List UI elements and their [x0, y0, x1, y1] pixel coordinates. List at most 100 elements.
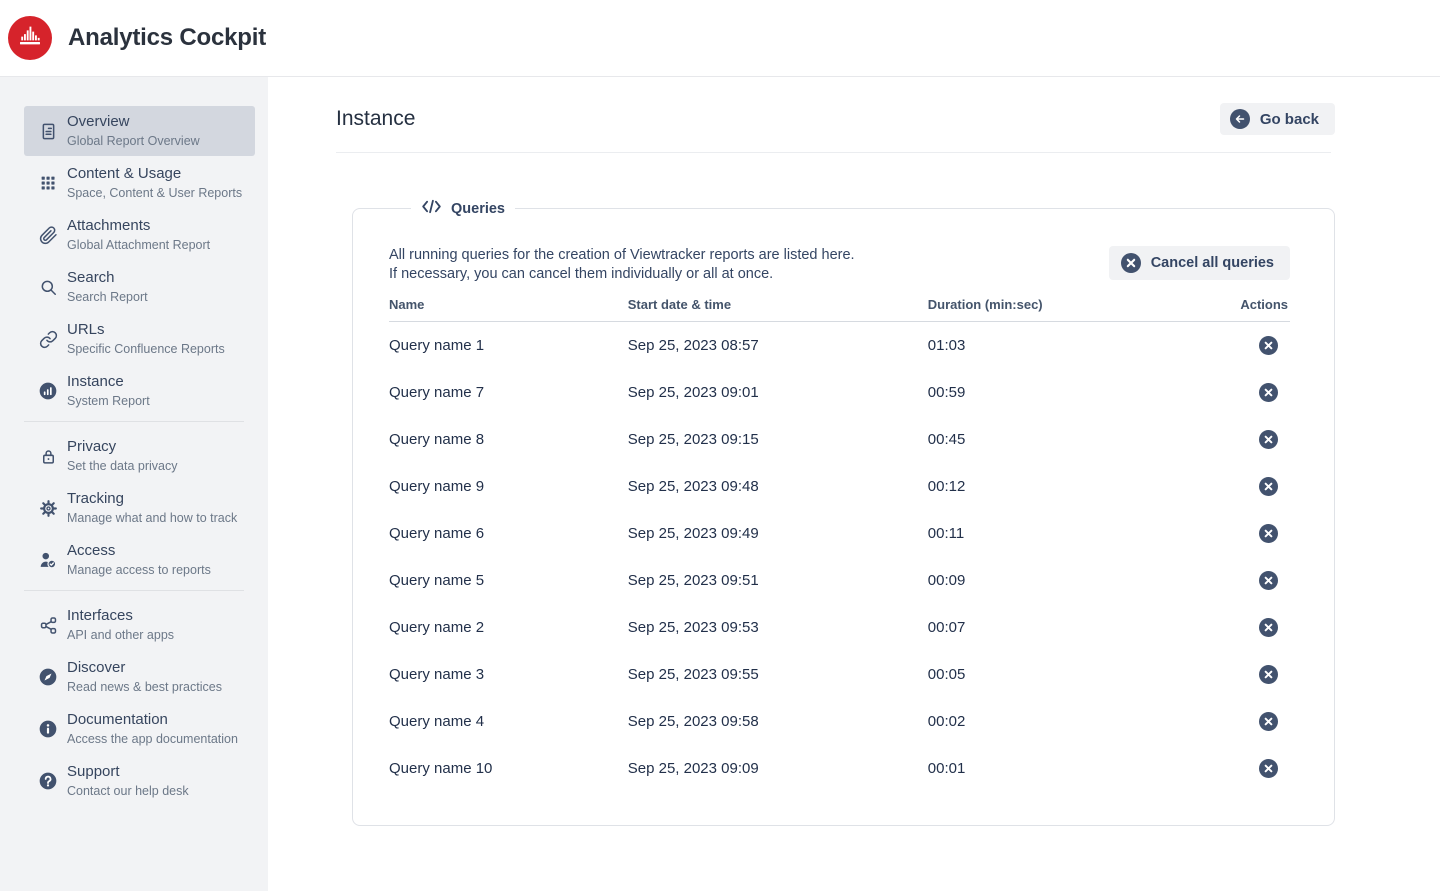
- sidebar-item-support[interactable]: SupportContact our help desk: [24, 756, 255, 806]
- sidebar-item-text: URLsSpecific Confluence Reports: [67, 321, 225, 357]
- sidebar-item-privacy[interactable]: PrivacySet the data privacy: [24, 431, 255, 481]
- cancel-query-button[interactable]: [1259, 336, 1278, 355]
- cancel-all-queries-button[interactable]: Cancel all queries: [1109, 246, 1290, 280]
- x-circle-icon: [1259, 571, 1278, 590]
- query-duration-cell: 00:11: [928, 510, 1160, 557]
- cancel-query-button[interactable]: [1259, 430, 1278, 449]
- sidebar-item-urls[interactable]: URLsSpecific Confluence Reports: [24, 314, 255, 364]
- x-circle-icon: [1259, 712, 1278, 731]
- column-header-start: Start date & time: [628, 297, 928, 322]
- grid-icon: [38, 173, 58, 193]
- sidebar-item-sublabel: Global Attachment Report: [67, 238, 210, 253]
- query-name-cell: Query name 9: [389, 463, 628, 510]
- query-start-cell: Sep 25, 2023 09:51: [628, 557, 928, 604]
- queries-description-line1: All running queries for the creation of …: [389, 246, 855, 265]
- table-row: Query name 3Sep 25, 2023 09:5500:05: [389, 651, 1290, 698]
- sidebar-item-text: DocumentationAccess the app documentatio…: [67, 711, 238, 747]
- sidebar-item-documentation[interactable]: DocumentationAccess the app documentatio…: [24, 704, 255, 754]
- cancel-query-button[interactable]: [1259, 712, 1278, 731]
- chart-circle-icon: [38, 381, 58, 401]
- go-back-button[interactable]: Go back: [1220, 103, 1335, 135]
- sidebar-item-label: Access: [67, 542, 211, 560]
- x-circle-icon: [1259, 524, 1278, 543]
- query-start-cell: Sep 25, 2023 09:01: [628, 369, 928, 416]
- file-text-icon: [38, 121, 58, 141]
- sidebar-divider: [24, 421, 244, 422]
- x-circle-icon: [1259, 618, 1278, 637]
- cancel-query-button[interactable]: [1259, 759, 1278, 778]
- x-circle-icon: [1259, 336, 1278, 355]
- sidebar-nav: OverviewGlobal Report OverviewContent & …: [0, 77, 268, 891]
- sidebar-item-label: Tracking: [67, 490, 237, 508]
- table-row: Query name 8Sep 25, 2023 09:1500:45: [389, 416, 1290, 463]
- sidebar-item-text: InstanceSystem Report: [67, 373, 150, 409]
- query-name-cell: Query name 2: [389, 604, 628, 651]
- cancel-query-button[interactable]: [1259, 618, 1278, 637]
- arrow-left-circle-icon: [1230, 109, 1250, 129]
- query-start-cell: Sep 25, 2023 09:53: [628, 604, 928, 651]
- query-actions-cell: [1159, 604, 1290, 651]
- table-header-row: Name Start date & time Duration (min:sec…: [389, 297, 1290, 322]
- sidebar-item-attachments[interactable]: AttachmentsGlobal Attachment Report: [24, 210, 255, 260]
- sidebar-item-interfaces[interactable]: Interfaces API and other apps: [24, 600, 255, 650]
- query-name-cell: Query name 4: [389, 698, 628, 745]
- gear-icon: [38, 498, 58, 518]
- sidebar-divider: [24, 590, 244, 591]
- lock-icon: [38, 446, 58, 466]
- sidebar-item-label: Interfaces: [67, 607, 174, 625]
- sidebar-item-label: Instance: [67, 373, 150, 391]
- page-header: Instance Go back: [336, 103, 1335, 135]
- sidebar-item-overview[interactable]: OverviewGlobal Report Overview: [24, 106, 255, 156]
- cancel-query-button[interactable]: [1259, 477, 1278, 496]
- column-header-name: Name: [389, 297, 628, 322]
- query-start-cell: Sep 25, 2023 08:57: [628, 322, 928, 369]
- sidebar-item-tracking[interactable]: TrackingManage what and how to track: [24, 483, 255, 533]
- query-actions-cell: [1159, 463, 1290, 510]
- cancel-all-queries-label: Cancel all queries: [1151, 255, 1274, 271]
- sidebar-item-sublabel: Access the app documentation: [67, 732, 238, 747]
- query-name-cell: Query name 6: [389, 510, 628, 557]
- query-actions-cell: [1159, 510, 1290, 557]
- x-circle-icon: [1259, 759, 1278, 778]
- sidebar-item-text: TrackingManage what and how to track: [67, 490, 237, 526]
- sidebar-item-text: Access Manage access to reports: [67, 542, 211, 578]
- sidebar-item-text: SupportContact our help desk: [67, 763, 189, 799]
- sidebar-item-sublabel: Manage access to reports: [67, 563, 211, 578]
- sidebar-item-sublabel: Specific Confluence Reports: [67, 342, 225, 357]
- query-start-cell: Sep 25, 2023 09:48: [628, 463, 928, 510]
- sidebar-item-search[interactable]: SearchSearch Report: [24, 262, 255, 312]
- sidebar-item-label: Content & Usage: [67, 165, 242, 183]
- query-duration-cell: 00:01: [928, 745, 1160, 792]
- sidebar-item-access[interactable]: Access Manage access to reports: [24, 535, 255, 585]
- app-logo: [8, 16, 52, 60]
- cancel-query-button[interactable]: [1259, 383, 1278, 402]
- sidebar-item-instance[interactable]: InstanceSystem Report: [24, 366, 255, 416]
- page-title: Instance: [336, 107, 415, 131]
- sidebar-item-text: Interfaces API and other apps: [67, 607, 174, 643]
- query-duration-cell: 00:05: [928, 651, 1160, 698]
- table-row: Query name 5Sep 25, 2023 09:5100:09: [389, 557, 1290, 604]
- table-row: Query name 9Sep 25, 2023 09:4800:12: [389, 463, 1290, 510]
- x-circle-icon: [1121, 253, 1141, 273]
- sidebar-item-sublabel: Contact our help desk: [67, 784, 189, 799]
- x-circle-icon: [1259, 383, 1278, 402]
- header-divider: [336, 152, 1331, 153]
- queries-panel-top: All running queries for the creation of …: [389, 246, 1290, 283]
- query-name-cell: Query name 8: [389, 416, 628, 463]
- cancel-query-button[interactable]: [1259, 665, 1278, 684]
- column-header-duration: Duration (min:sec): [928, 297, 1160, 322]
- queries-legend-label: Queries: [451, 201, 505, 217]
- query-actions-cell: [1159, 557, 1290, 604]
- table-row: Query name 1Sep 25, 2023 08:5701:03: [389, 322, 1290, 369]
- cancel-query-button[interactable]: [1259, 524, 1278, 543]
- query-duration-cell: 01:03: [928, 322, 1160, 369]
- compass-icon: [38, 667, 58, 687]
- sidebar-item-sublabel: API and other apps: [67, 628, 174, 643]
- sidebar-item-discover[interactable]: DiscoverRead news & best practices: [24, 652, 255, 702]
- cancel-query-button[interactable]: [1259, 571, 1278, 590]
- code-icon: [421, 199, 442, 218]
- sidebar-item-content-usage[interactable]: Content & UsageSpace, Content & User Rep…: [24, 158, 255, 208]
- queries-panel: Queries All running queries for the crea…: [352, 199, 1335, 826]
- sidebar-item-sublabel: Search Report: [67, 290, 148, 305]
- x-circle-icon: [1259, 430, 1278, 449]
